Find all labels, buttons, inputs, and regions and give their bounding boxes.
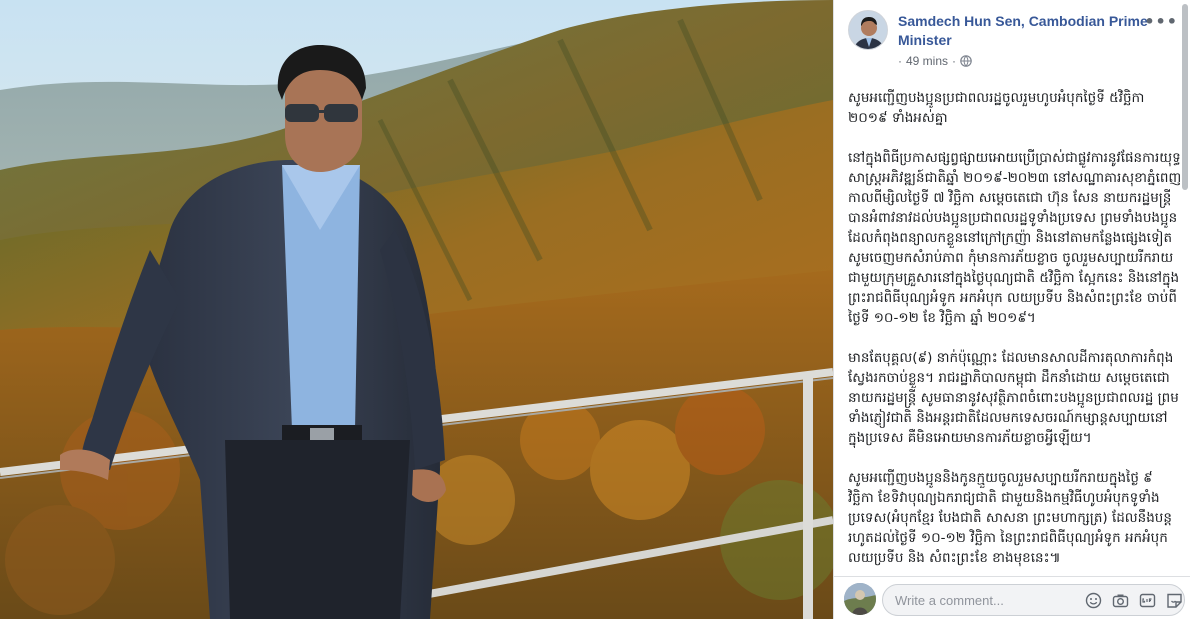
photo-scene — [0, 0, 833, 619]
post-header: Samdech Hun Sen, Cambodian Prime Ministe… — [848, 10, 1178, 70]
post-meta: · 49 mins · — [898, 54, 972, 68]
gif-icon[interactable] — [1139, 592, 1156, 609]
avatar-image — [849, 11, 887, 49]
post-paragraph: សូមអញ្ជើញបងប្អូនប្រជាពលរដ្ឋចូលរួមហូបអំបុ… — [848, 90, 1145, 126]
meta-separator: · — [898, 54, 902, 68]
comment-tools — [1085, 592, 1183, 609]
camera-icon[interactable] — [1112, 592, 1129, 609]
more-options-icon[interactable]: ••• — [1144, 12, 1178, 31]
post-text: សូមអញ្ជើញបងប្អូនប្រជាពលរដ្ឋចូលរួមហូបអំបុ… — [848, 88, 1182, 570]
scrollbar[interactable] — [1182, 4, 1188, 190]
post-photo[interactable] — [0, 0, 833, 619]
post-panel: Samdech Hun Sen, Cambodian Prime Ministe… — [833, 0, 1190, 619]
meta-separator-2: · — [952, 54, 957, 68]
emoji-icon[interactable] — [1085, 592, 1102, 609]
post-paragraph: មានតែបុគ្គល(៩) នាក់ប៉ុណ្ណោះ ដែលមានសាលដីក… — [848, 350, 1179, 446]
post-paragraph: សូមអញ្ជើញបងប្អូននិងកូនក្មួយចូលរួមសប្បាយរ… — [848, 470, 1172, 566]
author-name-link[interactable]: Samdech Hun Sen, Cambodian Prime Ministe… — [898, 12, 1156, 50]
post-paragraph: នៅក្នុងពិធីប្រកាសផ្សព្វផ្សាយអោយប្រើប្រាស… — [848, 150, 1182, 326]
sticker-icon[interactable] — [1166, 592, 1183, 609]
globe-icon[interactable] — [960, 55, 972, 67]
comment-bar: Write a comment... — [834, 576, 1190, 619]
post-timestamp[interactable]: 49 mins — [906, 54, 948, 68]
author-avatar[interactable] — [848, 10, 888, 50]
viewer-avatar[interactable] — [844, 583, 876, 615]
